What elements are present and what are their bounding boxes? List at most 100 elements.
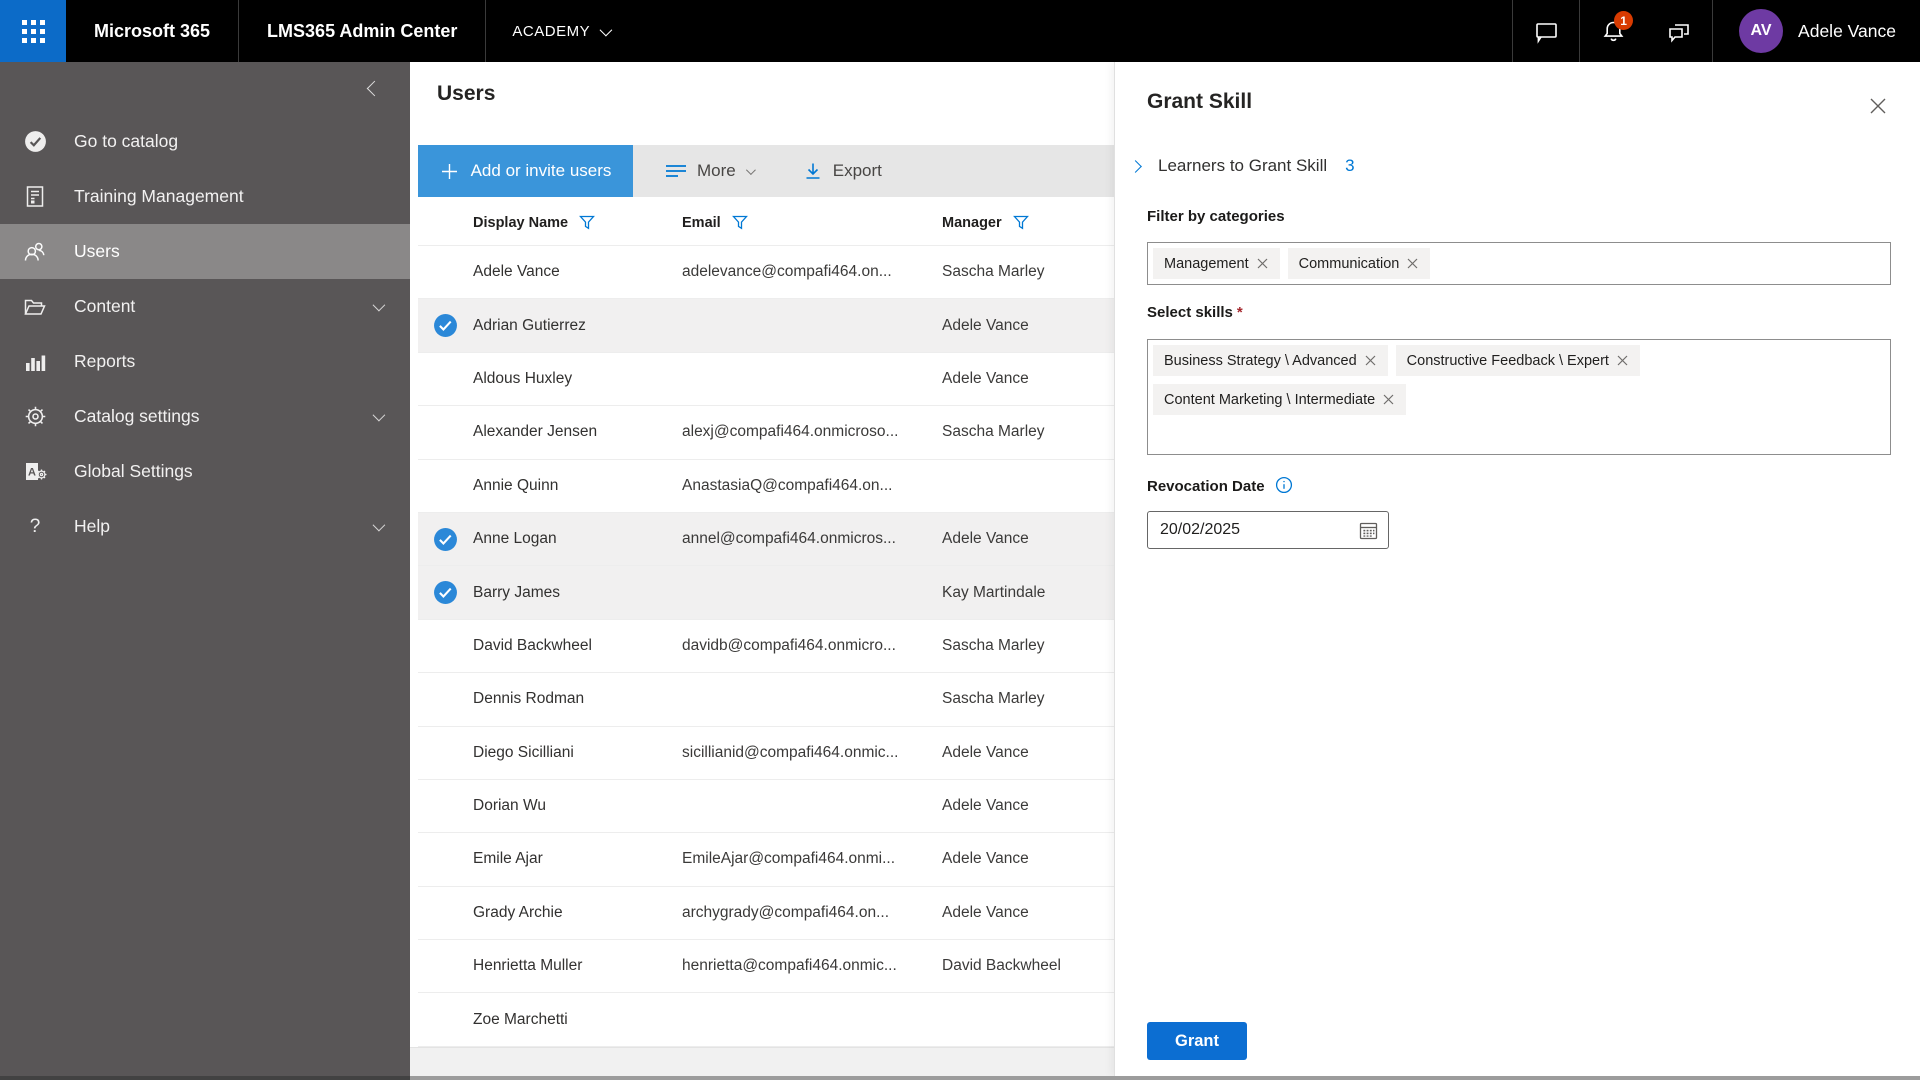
cell-manager: Adele Vance bbox=[942, 850, 1114, 868]
filter-icon bbox=[579, 215, 595, 230]
skill-tag-label: Content Marketing \ Intermediate bbox=[1164, 392, 1375, 408]
sidebar-item-label: Global Settings bbox=[74, 461, 193, 482]
sidebar-item-label: Training Management bbox=[74, 186, 244, 207]
download-icon bbox=[803, 161, 823, 181]
revocation-date-input[interactable] bbox=[1148, 521, 1354, 539]
skill-tag-label: Constructive Feedback \ Expert bbox=[1407, 353, 1609, 369]
table-row[interactable]: Aldous Huxley Adele Vance bbox=[418, 353, 1114, 406]
calendar-button[interactable] bbox=[1354, 520, 1388, 541]
sidebar-item-label: Users bbox=[74, 241, 120, 262]
notifications-button[interactable]: 1 bbox=[1580, 0, 1646, 62]
cell-manager: Adele Vance bbox=[942, 797, 1114, 815]
cell-display-name: Zoe Marchetti bbox=[473, 1011, 682, 1029]
sidebar-item-label: Help bbox=[74, 516, 110, 537]
table-row[interactable]: Grady Archie archygrady@compafi464.on...… bbox=[418, 887, 1114, 940]
tenant-selector[interactable]: ACADEMY bbox=[486, 0, 635, 62]
categories-label: Filter by categories bbox=[1147, 208, 1285, 225]
table-row[interactable]: Barry James Kay Martindale bbox=[418, 566, 1114, 619]
filter-email-button[interactable] bbox=[730, 213, 750, 232]
skill-tag: Business Strategy \ Advanced bbox=[1153, 345, 1388, 376]
column-header-manager: Manager bbox=[942, 215, 1002, 231]
close-icon bbox=[1365, 355, 1376, 366]
add-or-invite-users-button[interactable]: Add or invite users bbox=[418, 145, 633, 197]
bar-chart-icon bbox=[18, 350, 52, 374]
remove-tag-button[interactable] bbox=[1357, 351, 1384, 370]
export-button[interactable]: Export bbox=[785, 145, 900, 197]
table-header: Display Name Email Manager bbox=[418, 200, 1114, 246]
chat-button[interactable] bbox=[1513, 0, 1579, 62]
chevron-right-icon bbox=[1129, 160, 1142, 173]
skills-input[interactable]: Business Strategy \ Advanced Constructiv… bbox=[1147, 339, 1891, 455]
cell-display-name: Barry James bbox=[473, 584, 682, 602]
table-row[interactable]: Diego Sicilliani sicillianid@compafi464.… bbox=[418, 727, 1114, 780]
table-row[interactable]: Zoe Marchetti bbox=[418, 993, 1114, 1046]
category-tag-label: Communication bbox=[1299, 256, 1400, 272]
close-panel-button[interactable] bbox=[1864, 92, 1892, 120]
skills-label: Select skills* bbox=[1147, 304, 1243, 321]
horizontal-scrollbar[interactable] bbox=[410, 1047, 1114, 1076]
info-button[interactable] bbox=[1275, 476, 1293, 494]
table-row[interactable]: Adrian Gutierrez Adele Vance bbox=[418, 299, 1114, 352]
cell-display-name: Adrian Gutierrez bbox=[473, 317, 682, 335]
sidebar-item-help[interactable]: ? Help bbox=[0, 499, 410, 554]
table-row[interactable]: Dennis Rodman Sascha Marley bbox=[418, 673, 1114, 726]
sidebar-collapse-button[interactable] bbox=[363, 76, 386, 103]
grant-button[interactable]: Grant bbox=[1147, 1022, 1247, 1060]
chevron-down-icon bbox=[600, 23, 613, 36]
close-icon bbox=[1257, 258, 1268, 269]
close-icon bbox=[1617, 355, 1628, 366]
account-menu[interactable]: AV Adele Vance bbox=[1713, 0, 1920, 62]
cell-email: alexj@compafi464.onmicroso... bbox=[682, 423, 942, 441]
chevron-down-icon bbox=[373, 519, 386, 532]
remove-tag-button[interactable] bbox=[1375, 390, 1402, 409]
more-label: More bbox=[697, 161, 736, 181]
sidebar-item-label: Reports bbox=[74, 351, 135, 372]
sidebar-item-reports[interactable]: Reports bbox=[0, 334, 410, 389]
sidebar-item-training-management[interactable]: Training Management bbox=[0, 169, 410, 224]
table-row[interactable]: Anne Logan annel@compafi464.onmicros... … bbox=[418, 513, 1114, 566]
table-row[interactable]: Dorian Wu Adele Vance bbox=[418, 780, 1114, 833]
sidebar-item-global-settings[interactable]: A Global Settings bbox=[0, 444, 410, 499]
app-launcher-button[interactable] bbox=[0, 0, 66, 62]
app-title: LMS365 Admin Center bbox=[239, 0, 485, 62]
cell-manager: Adele Vance bbox=[942, 530, 1114, 548]
chevron-down-icon bbox=[373, 299, 386, 312]
cell-email: sicillianid@compafi464.onmic... bbox=[682, 744, 942, 762]
table-row[interactable]: Annie Quinn AnastasiaQ@compafi464.on... bbox=[418, 460, 1114, 513]
filter-manager-button[interactable] bbox=[1011, 213, 1031, 232]
chevron-down-icon bbox=[373, 409, 386, 422]
more-button[interactable]: More bbox=[647, 145, 771, 197]
tenant-name: ACADEMY bbox=[512, 23, 590, 40]
remove-tag-button[interactable] bbox=[1399, 254, 1426, 273]
sidebar-item-content[interactable]: Content bbox=[0, 279, 410, 334]
sidebar-item-go-to-catalog[interactable]: Go to catalog bbox=[0, 114, 410, 169]
remove-tag-button[interactable] bbox=[1609, 351, 1636, 370]
cell-email: archygrady@compafi464.on... bbox=[682, 904, 942, 922]
table-row[interactable]: Adele Vance adelevance@compafi464.on... … bbox=[418, 246, 1114, 299]
table-row[interactable]: David Backwheel davidb@compafi464.onmicr… bbox=[418, 620, 1114, 673]
sidebar-item-users[interactable]: Users bbox=[0, 224, 410, 279]
table-row[interactable]: Henrietta Muller henrietta@compafi464.on… bbox=[418, 940, 1114, 993]
avatar: AV bbox=[1739, 9, 1783, 53]
learners-expander[interactable]: Learners to Grant Skill 3 bbox=[1131, 156, 1355, 176]
categories-input[interactable]: Management Communication bbox=[1147, 242, 1891, 285]
table-row[interactable]: Alexander Jensen alexj@compafi464.onmicr… bbox=[418, 406, 1114, 459]
user-name: Adele Vance bbox=[1798, 21, 1896, 42]
circle-check-icon bbox=[18, 129, 52, 154]
table-row[interactable]: Emile Ajar EmileAjar@compafi464.onmi... … bbox=[418, 833, 1114, 886]
cell-email: adelevance@compafi464.on... bbox=[682, 263, 942, 281]
cell-manager: David Backwheel bbox=[942, 957, 1114, 975]
sidebar-item-catalog-settings[interactable]: Catalog settings bbox=[0, 389, 410, 444]
cell-display-name: Emile Ajar bbox=[473, 850, 682, 868]
filter-display-name-button[interactable] bbox=[577, 213, 597, 232]
cell-display-name: Adele Vance bbox=[473, 263, 682, 281]
column-header-display-name: Display Name bbox=[473, 215, 568, 231]
cell-manager: Adele Vance bbox=[942, 370, 1114, 388]
chat-icon bbox=[1533, 18, 1560, 45]
svg-text:A: A bbox=[28, 466, 36, 478]
cell-email: annel@compafi464.onmicros... bbox=[682, 530, 942, 548]
cell-display-name: Annie Quinn bbox=[473, 477, 682, 495]
remove-tag-button[interactable] bbox=[1249, 254, 1276, 273]
feedback-button[interactable] bbox=[1646, 0, 1712, 62]
cell-email: EmileAjar@compafi464.onmi... bbox=[682, 850, 942, 868]
